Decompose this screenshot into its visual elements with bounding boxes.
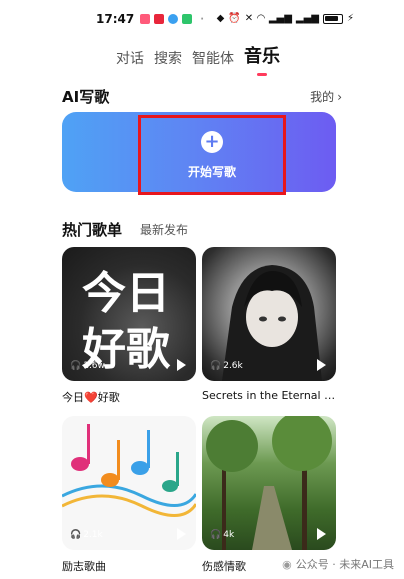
headphones-icon: 🎧 [210, 530, 222, 540]
watermark: ◉ 公众号 · 未来AI工具 [282, 557, 394, 572]
start-write-label: 开始写歌 [187, 164, 236, 179]
more-dots-icon: · [200, 13, 205, 25]
ai-write-card[interactable]: + 开始写歌 [62, 112, 336, 195]
tab-agent[interactable]: 智能体 [192, 48, 234, 68]
play-icon[interactable] [177, 528, 186, 540]
play-icon[interactable] [317, 359, 326, 371]
alarm-icon: ⏰ [228, 13, 241, 24]
playlist-title: Secrets in the Eternal Sh... [202, 389, 336, 402]
play-count: 🎧 2.6k [210, 361, 243, 371]
notification-icon: ◆ [216, 13, 225, 24]
app-notification-icon [154, 14, 165, 24]
play-count: 🎧 4k [210, 530, 235, 540]
headphones-icon: 🎧 [210, 361, 222, 371]
chevron-right-icon: › [337, 89, 342, 104]
mine-label: 我的 [310, 90, 335, 104]
signal-icon: ▂▄▆ [295, 13, 319, 24]
signal-icon: ▂▄▆ [268, 13, 292, 24]
latest-release-tab[interactable]: 最新发布 [140, 221, 188, 238]
tab-search[interactable]: 搜索 [154, 48, 182, 68]
app-notification-icon [168, 14, 179, 24]
headphones-icon: 🎧 [70, 361, 82, 371]
wifi-icon: ◠ [257, 13, 265, 24]
status-icons: ◆ ⏰ ✕ ◠ ▂▄▆ ▂▄▆ ⚡ [217, 13, 354, 24]
wechat-icon: ◉ [282, 557, 292, 571]
tab-music[interactable]: 音乐 [244, 42, 280, 76]
playlist-title: 今日❤️好歌 [62, 391, 120, 404]
tab-chat[interactable]: 对话 [116, 48, 144, 68]
play-count: 🎧 2.1k [70, 530, 103, 540]
status-bar: 17:47 · ◆ ⏰ ✕ ◠ ▂▄▆ ▂▄▆ ⚡ [0, 0, 404, 38]
play-icon[interactable] [317, 528, 326, 540]
playlist-card[interactable]: 🎧 2.1k [62, 416, 196, 550]
app-notification-icon [140, 14, 151, 24]
status-time: 17:47 [96, 12, 135, 26]
app-notification-icon [182, 14, 193, 24]
hot-songs-title: 热门歌单 [62, 221, 123, 239]
headphones-icon: 🎧 [70, 530, 82, 540]
battery-icon [322, 13, 343, 24]
charging-icon: ⚡ [346, 13, 354, 24]
top-tabs: 对话 搜索 智能体 音乐 [116, 42, 280, 76]
play-count: 🎧 1.6w [70, 361, 105, 371]
playlist-card[interactable]: 🎧 2.6k [202, 247, 336, 381]
playlist-title: 励志歌曲 [62, 560, 106, 573]
plus-icon: + [201, 130, 223, 153]
playlist-card[interactable]: 今日 好歌 🎧 1.6w [62, 247, 196, 381]
start-write-button[interactable]: + 开始写歌 [138, 115, 286, 195]
mine-link[interactable]: 我的 › [310, 88, 342, 105]
play-icon[interactable] [177, 359, 186, 371]
cover-text: 今日 [82, 268, 170, 319]
mute-icon: ✕ [244, 13, 254, 24]
ai-write-title: AI写歌 [62, 88, 110, 106]
playlist-card[interactable]: 🎧 4k [202, 416, 336, 550]
